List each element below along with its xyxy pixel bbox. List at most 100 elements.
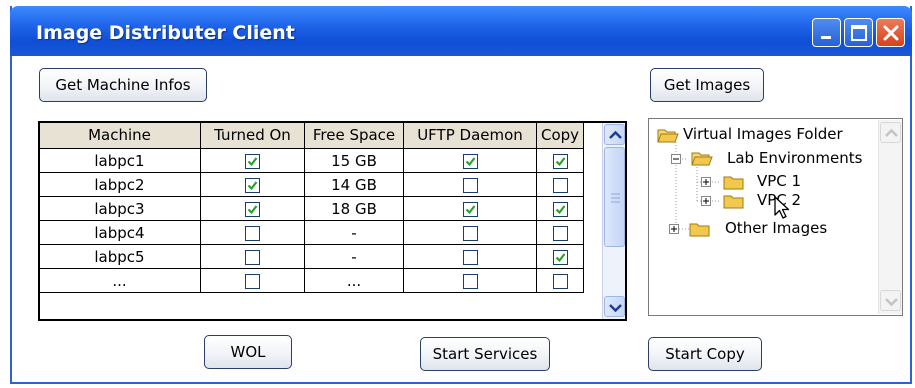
table-row[interactable]: labpc3 18 GB bbox=[38, 196, 609, 221]
expand-toggle-vpc2[interactable] bbox=[701, 196, 711, 206]
wol-button[interactable]: WOL bbox=[204, 335, 292, 369]
get-machine-infos-button[interactable]: Get Machine Infos bbox=[39, 68, 207, 102]
header-turned-on[interactable]: Turned On bbox=[200, 121, 305, 149]
copy-checkbox[interactable] bbox=[552, 249, 568, 265]
table-scrollbar[interactable] bbox=[602, 123, 625, 319]
folder-open-icon bbox=[657, 129, 679, 143]
header-free-space[interactable]: Free Space bbox=[304, 121, 404, 149]
uftp-daemon-cell bbox=[403, 244, 537, 269]
grip-icon bbox=[611, 193, 620, 203]
start-copy-button[interactable]: Start Copy bbox=[648, 337, 762, 371]
machine-name: labpc3 bbox=[38, 196, 201, 221]
scroll-up-button[interactable] bbox=[604, 124, 625, 145]
uftp-daemon-cell bbox=[403, 148, 537, 173]
copy-checkbox[interactable] bbox=[552, 177, 568, 193]
tree-scrollbar[interactable] bbox=[878, 120, 902, 314]
free-space: 18 GB bbox=[304, 196, 404, 221]
copy-cell bbox=[536, 220, 584, 245]
expand-toggle-other-images[interactable] bbox=[669, 224, 679, 234]
minimize-icon bbox=[821, 36, 831, 39]
turned-on-checkbox[interactable] bbox=[245, 153, 260, 169]
machine-name: labpc4 bbox=[38, 220, 201, 245]
checkmark-icon bbox=[555, 156, 565, 166]
machine-name: ... bbox=[38, 268, 201, 293]
copy-checkbox[interactable] bbox=[552, 153, 568, 169]
plus-icon bbox=[703, 179, 709, 185]
copy-checkbox[interactable] bbox=[552, 225, 568, 241]
start-services-button[interactable]: Start Services bbox=[420, 337, 550, 371]
free-space: 15 GB bbox=[304, 148, 404, 173]
plus-icon bbox=[703, 198, 709, 204]
uftp-daemon-checkbox[interactable] bbox=[462, 201, 478, 217]
turned-on-checkbox[interactable] bbox=[245, 225, 260, 241]
expand-toggle-vpc1[interactable] bbox=[701, 177, 711, 187]
close-button[interactable] bbox=[876, 18, 905, 47]
image-tree[interactable]: Virtual Images Folder Lab Environments V… bbox=[648, 118, 903, 316]
uftp-daemon-checkbox[interactable] bbox=[462, 153, 478, 169]
chevron-down-icon bbox=[609, 304, 622, 313]
chevron-up-icon bbox=[609, 130, 622, 139]
turned-on-checkbox[interactable] bbox=[245, 249, 260, 265]
uftp-daemon-checkbox[interactable] bbox=[462, 249, 478, 265]
scroll-thumb[interactable] bbox=[604, 147, 625, 247]
table-row[interactable]: labpc5 - bbox=[38, 244, 609, 269]
turned-on-cell bbox=[200, 220, 305, 245]
table-row[interactable]: labpc4 - bbox=[38, 220, 609, 245]
table-row[interactable]: ...... bbox=[38, 268, 609, 293]
checkmark-icon bbox=[247, 204, 258, 214]
turned-on-cell bbox=[200, 244, 305, 269]
header-uftp-daemon[interactable]: UFTP Daemon bbox=[403, 121, 537, 149]
uftp-daemon-cell bbox=[403, 196, 537, 221]
uftp-daemon-cell bbox=[403, 220, 537, 245]
copy-cell bbox=[536, 148, 584, 173]
tree-scroll-up-button[interactable] bbox=[880, 122, 901, 143]
uftp-daemon-checkbox[interactable] bbox=[462, 225, 478, 241]
free-space: ... bbox=[304, 268, 404, 293]
tree-scroll-down-button[interactable] bbox=[880, 290, 901, 311]
free-space: - bbox=[304, 220, 404, 245]
copy-cell bbox=[536, 172, 584, 197]
machine-name: labpc1 bbox=[38, 148, 201, 173]
copy-cell bbox=[536, 244, 584, 269]
turned-on-checkbox[interactable] bbox=[245, 201, 260, 217]
title-bar[interactable]: Image Distributer Client bbox=[10, 6, 912, 56]
turned-on-checkbox[interactable] bbox=[245, 273, 260, 289]
maximize-icon bbox=[851, 25, 867, 41]
folder-open-icon bbox=[691, 152, 713, 166]
table-row[interactable]: labpc2 14 GB bbox=[38, 172, 609, 197]
chevron-down-icon bbox=[885, 298, 898, 307]
uftp-daemon-cell bbox=[403, 268, 537, 293]
window-title: Image Distributer Client bbox=[36, 22, 295, 44]
maximize-button[interactable] bbox=[844, 18, 873, 47]
tree-item-lab-environments[interactable]: Lab Environments bbox=[727, 149, 862, 167]
tree-item-other-images[interactable]: Other Images bbox=[725, 219, 827, 237]
chevron-up-icon bbox=[885, 128, 898, 137]
checkmark-icon bbox=[555, 252, 565, 262]
folder-icon bbox=[723, 195, 744, 209]
turned-on-checkbox[interactable] bbox=[245, 177, 260, 193]
turned-on-cell bbox=[200, 148, 305, 173]
table-row[interactable]: labpc1 15 GB bbox=[38, 148, 609, 173]
checkmark-icon bbox=[247, 156, 258, 166]
header-machine[interactable]: Machine bbox=[38, 121, 201, 149]
tree-item-vpc1[interactable]: VPC 1 bbox=[757, 172, 801, 190]
uftp-daemon-cell bbox=[403, 172, 537, 197]
scroll-down-button[interactable] bbox=[604, 296, 625, 317]
minimize-button[interactable] bbox=[812, 18, 841, 47]
turned-on-cell bbox=[200, 196, 305, 221]
checkmark-icon bbox=[465, 204, 475, 214]
uftp-daemon-checkbox[interactable] bbox=[462, 177, 478, 193]
free-space: 14 GB bbox=[304, 172, 404, 197]
tree-root-label[interactable]: Virtual Images Folder bbox=[683, 125, 843, 143]
machine-name: labpc2 bbox=[38, 172, 201, 197]
header-copy[interactable]: Copy bbox=[536, 121, 584, 149]
copy-cell bbox=[536, 196, 584, 221]
turned-on-cell bbox=[200, 172, 305, 197]
copy-checkbox[interactable] bbox=[552, 273, 568, 289]
uftp-daemon-checkbox[interactable] bbox=[462, 273, 478, 289]
minus-icon bbox=[673, 158, 679, 160]
copy-checkbox[interactable] bbox=[552, 201, 568, 217]
get-images-button[interactable]: Get Images bbox=[650, 68, 764, 102]
collapse-toggle[interactable] bbox=[671, 154, 681, 164]
turned-on-cell bbox=[200, 268, 305, 293]
